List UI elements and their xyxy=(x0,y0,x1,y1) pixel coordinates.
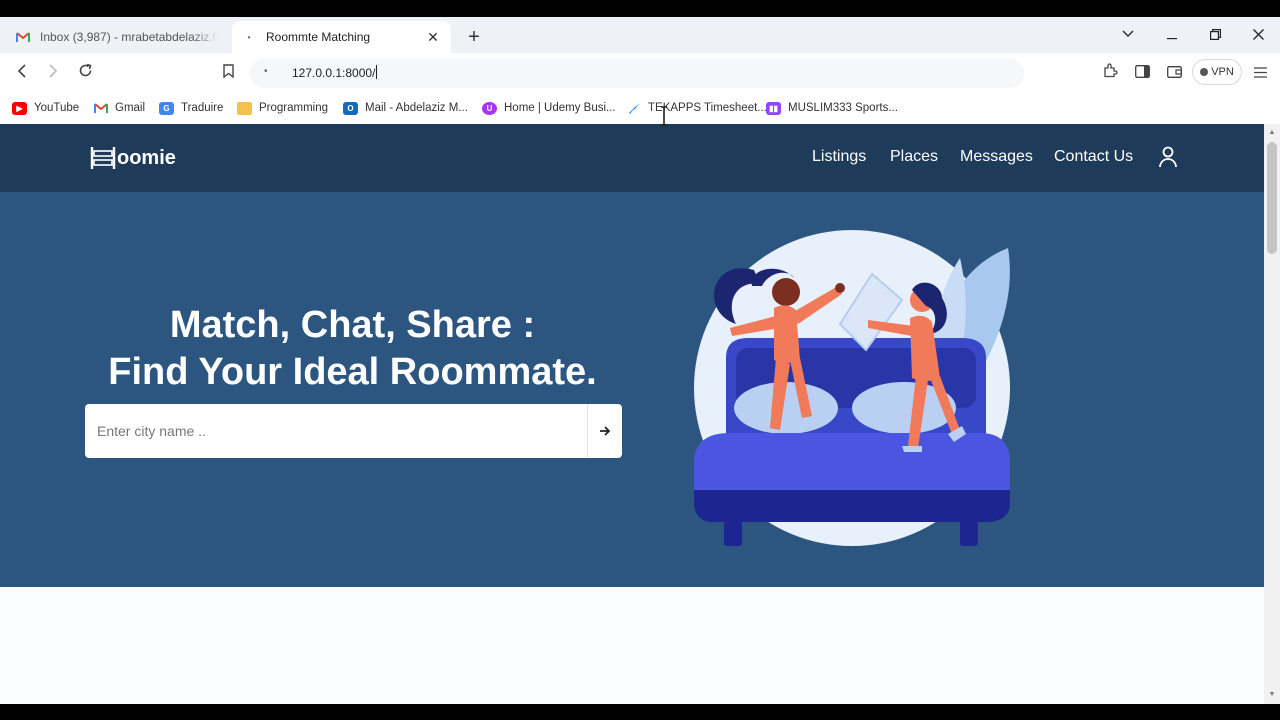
bed-logo-icon xyxy=(90,147,116,169)
site-info-icon[interactable]: • xyxy=(264,66,268,77)
browser-toolbar: • 127.0.0.1:8000/ VPN xyxy=(0,53,1280,93)
gmail-icon xyxy=(16,30,30,44)
jira-icon xyxy=(626,102,641,115)
close-window-button[interactable] xyxy=(1238,21,1278,49)
youtube-icon: ▶ xyxy=(12,101,27,115)
bookmark-label: Home | Udemy Busi... xyxy=(504,102,616,114)
city-search-form xyxy=(85,404,622,458)
translate-icon: G xyxy=(159,101,174,115)
wallet-icon[interactable] xyxy=(1164,63,1184,83)
scroll-up-arrow-icon[interactable]: ▲ xyxy=(1264,126,1280,140)
vpn-label: VPN xyxy=(1211,66,1234,78)
hero-headline: Match, Chat, Share : Find Your Ideal Roo… xyxy=(60,302,645,396)
udemy-icon: U xyxy=(482,101,497,115)
tab-search-icon[interactable] xyxy=(1108,21,1148,49)
text-cursor-icon xyxy=(661,106,667,126)
headline-line-1: Match, Chat, Share : xyxy=(169,304,536,346)
restore-button[interactable] xyxy=(1195,21,1235,49)
nav-link-contact-us[interactable]: Contact Us xyxy=(1054,148,1133,166)
tab-roommate-matching[interactable]: • Roommte Matching ✕ xyxy=(232,21,451,53)
bookmark-traduire[interactable]: G Traduire xyxy=(159,99,223,117)
scrollbar-thumb[interactable] xyxy=(1267,142,1277,254)
twitch-icon: ▮▮ xyxy=(766,101,781,115)
vpn-status-icon xyxy=(1200,68,1209,76)
folder-icon xyxy=(237,101,252,115)
arrow-right-icon xyxy=(600,426,611,436)
bookmark-youtube[interactable]: ▶ YouTube xyxy=(12,99,79,117)
page-viewport: oomie Listings Places Messages Contact U… xyxy=(0,124,1264,704)
address-bar[interactable]: • 127.0.0.1:8000/ xyxy=(250,58,1024,88)
scroll-down-arrow-icon[interactable]: ▼ xyxy=(1264,688,1280,702)
loading-dot-icon: • xyxy=(247,32,251,42)
bookmark-udemy[interactable]: U Home | Udemy Busi... xyxy=(482,99,616,117)
gmail-icon xyxy=(93,102,108,115)
outlook-icon: O xyxy=(343,101,358,115)
headline-line-2: Find Your Ideal Roommate. xyxy=(108,351,597,393)
bookmark-label: YouTube xyxy=(34,102,80,114)
bookmarks-bar: ▶ YouTube Gmail G Traduire Programming O… xyxy=(0,93,1280,123)
bookmark-folder-programming[interactable]: Programming xyxy=(237,99,328,117)
bookmark-icon[interactable] xyxy=(215,61,241,87)
minimize-button[interactable] xyxy=(1152,21,1192,49)
page-scrollbar[interactable]: ▲ ▼ xyxy=(1264,124,1280,704)
reload-button[interactable] xyxy=(72,61,98,87)
sidebar-icon[interactable] xyxy=(1132,63,1152,83)
site-logo[interactable]: oomie xyxy=(90,144,176,172)
browser-window: Inbox (3,987) - mrabetabdelaziz.02@gmail… xyxy=(0,17,1280,704)
bookmark-label: Gmail xyxy=(115,102,146,114)
new-tab-button[interactable]: + xyxy=(462,25,486,49)
bookmark-tekapps-timesheet[interactable]: TEKAPPS Timesheet... xyxy=(626,99,767,117)
search-submit-button[interactable] xyxy=(587,404,622,458)
back-button[interactable] xyxy=(9,61,35,87)
close-tab-icon[interactable]: ✕ xyxy=(425,29,441,46)
bookmark-label: MUSLIM333 Sports... xyxy=(788,102,898,114)
nav-link-places[interactable]: Places xyxy=(890,148,938,166)
bookmark-muslim333[interactable]: ▮▮ MUSLIM333 Sports... xyxy=(766,99,898,117)
url-text[interactable]: 127.0.0.1:8000/ xyxy=(292,65,378,80)
tab-strip: Inbox (3,987) - mrabetabdelaziz.02@gmail… xyxy=(0,17,1280,53)
bookmark-label: Mail - Abdelaziz M... xyxy=(365,102,468,114)
roommates-pillow-fight-illustration xyxy=(694,230,1010,546)
logo-text: oomie xyxy=(117,146,176,169)
tab-gmail-inbox[interactable]: Inbox (3,987) - mrabetabdelaziz.02@gmail… xyxy=(6,21,228,53)
bookmark-outlook-mail[interactable]: O Mail - Abdelaziz M... xyxy=(343,99,468,117)
hero-section: Match, Chat, Share : Find Your Ideal Roo… xyxy=(0,192,1264,587)
tab-title: Inbox (3,987) - mrabetabdelaziz.02@gmail… xyxy=(40,30,218,44)
bookmark-label: Programming xyxy=(259,102,329,114)
site-navbar: oomie Listings Places Messages Contact U… xyxy=(0,124,1264,192)
text-caret xyxy=(376,65,378,79)
nav-link-listings[interactable]: Listings xyxy=(812,148,866,166)
city-search-input[interactable] xyxy=(85,404,587,458)
bookmark-label: Traduire xyxy=(181,102,224,114)
user-account-icon[interactable] xyxy=(1158,146,1178,168)
screen: Inbox (3,987) - mrabetabdelaziz.02@gmail… xyxy=(0,0,1280,720)
tab-title: Roommte Matching xyxy=(266,30,371,44)
extensions-icon[interactable] xyxy=(1100,63,1120,83)
nav-link-messages[interactable]: Messages xyxy=(960,148,1033,166)
bookmark-gmail[interactable]: Gmail xyxy=(93,99,145,117)
forward-button[interactable] xyxy=(40,61,66,87)
vpn-button[interactable]: VPN xyxy=(1192,59,1242,85)
menu-icon[interactable] xyxy=(1250,63,1270,83)
